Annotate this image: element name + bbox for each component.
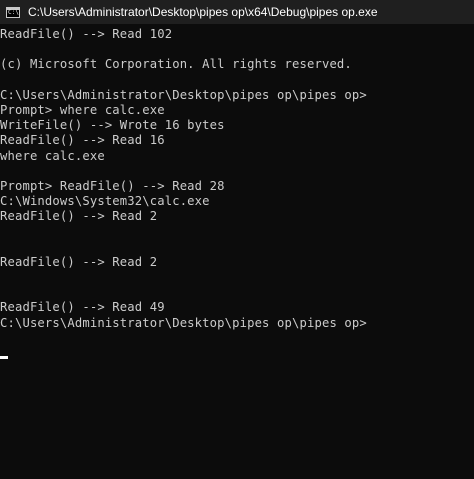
title-bar[interactable]: C:\ C:\Users\Administrator\Desktop\pipes… bbox=[0, 0, 474, 24]
console-app-icon: C:\ bbox=[6, 6, 20, 18]
text-cursor bbox=[0, 356, 8, 360]
console-line: (c) Microsoft Corporation. All rights re… bbox=[0, 57, 352, 72]
input-line[interactable] bbox=[0, 346, 474, 361]
console-line: ReadFile() --> Read 49 bbox=[0, 300, 165, 315]
console-line: where calc.exe bbox=[0, 148, 105, 163]
console-app-icon-glyph: C:\ bbox=[8, 8, 19, 16]
window-title: C:\Users\Administrator\Desktop\pipes op\… bbox=[28, 5, 378, 19]
console-line: C:\Windows\System32\calc.exe bbox=[0, 194, 210, 209]
console-line: ReadFile() --> Read 102 bbox=[0, 27, 173, 41]
console-output[interactable]: ReadFile() --> Read 102 (c) Microsoft Co… bbox=[0, 27, 474, 479]
console-line: Prompt> ReadFile() --> Read 28 bbox=[0, 178, 225, 193]
console-line: WriteFile() --> Wrote 16 bytes bbox=[0, 118, 225, 133]
console-line: ReadFile() --> Read 2 bbox=[0, 254, 158, 269]
console-line: C:\Users\Administrator\Desktop\pipes op\… bbox=[0, 315, 367, 330]
console-line: ReadFile() --> Read 16 bbox=[0, 133, 165, 148]
console-line: ReadFile() --> Read 2 bbox=[0, 209, 158, 224]
console-line: C:\Users\Administrator\Desktop\pipes op\… bbox=[0, 87, 367, 102]
console-line: Prompt> where calc.exe bbox=[0, 102, 165, 117]
